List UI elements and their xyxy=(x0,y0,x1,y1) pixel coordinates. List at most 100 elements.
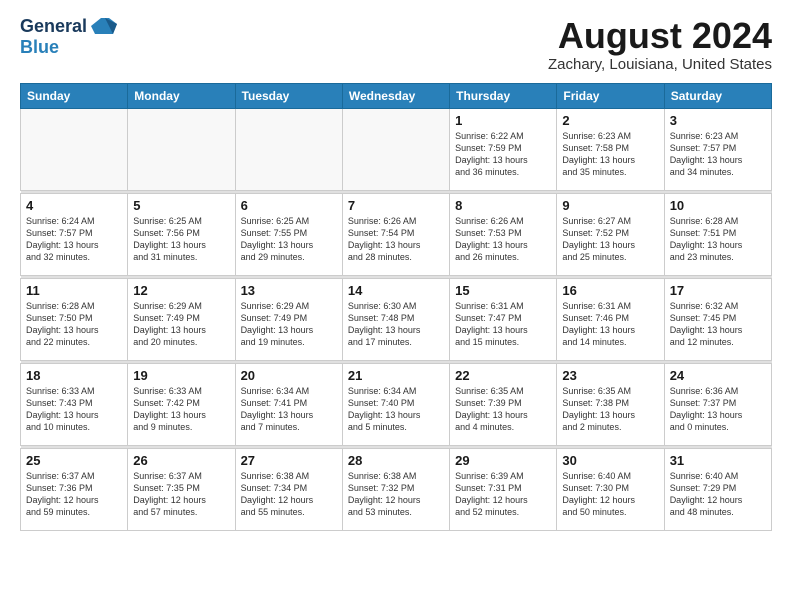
table-row: 13 Sunrise: 6:29 AM Sunset: 7:49 PM Dayli… xyxy=(235,278,342,360)
day-info: Sunrise: 6:34 AM Sunset: 7:41 PM Dayligh… xyxy=(241,385,337,434)
table-row: 21 Sunrise: 6:34 AM Sunset: 7:40 PM Dayli… xyxy=(342,363,449,445)
page: General Blue August 2024 Zachary, Louisi… xyxy=(0,0,792,612)
table-row: 14 Sunrise: 6:30 AM Sunset: 7:48 PM Dayli… xyxy=(342,278,449,360)
day-info: Sunrise: 6:29 AM Sunset: 7:49 PM Dayligh… xyxy=(133,300,229,349)
table-row: 31Sunrise: 6:40 AM Sunset: 7:29 PM Dayli… xyxy=(664,448,771,530)
table-row xyxy=(128,108,235,190)
day-info: Sunrise: 6:37 AM Sunset: 7:36 PM Dayligh… xyxy=(26,470,122,519)
day-info: Sunrise: 6:34 AM Sunset: 7:40 PM Dayligh… xyxy=(348,385,444,434)
day-info: Sunrise: 6:31 AM Sunset: 7:46 PM Dayligh… xyxy=(562,300,658,349)
table-row: 8Sunrise: 6:26 AM Sunset: 7:53 PM Daylig… xyxy=(450,193,557,275)
table-row: 30 Sunrise: 6:40 AM Sunset: 7:30 PM Dayli… xyxy=(557,448,664,530)
day-number: 22 xyxy=(455,368,551,383)
day-info: Sunrise: 6:40 AM Sunset: 7:30 PM Dayligh… xyxy=(562,470,658,519)
col-friday: Friday xyxy=(557,83,664,108)
day-number: 1 xyxy=(455,113,551,128)
day-info: Sunrise: 6:31 AM Sunset: 7:47 PM Dayligh… xyxy=(455,300,551,349)
day-number: 2 xyxy=(562,113,658,128)
table-row xyxy=(21,108,128,190)
day-number: 11 xyxy=(26,283,122,298)
day-number: 20 xyxy=(241,368,337,383)
table-row: 23 Sunrise: 6:35 AM Sunset: 7:38 PM Dayli… xyxy=(557,363,664,445)
day-info: Sunrise: 6:24 AM Sunset: 7:57 PM Dayligh… xyxy=(26,215,122,264)
logo-icon xyxy=(91,16,117,36)
day-number: 25 xyxy=(26,453,122,468)
day-info: Sunrise: 6:30 AM Sunset: 7:48 PM Dayligh… xyxy=(348,300,444,349)
day-number: 27 xyxy=(241,453,337,468)
table-row: 4 Sunrise: 6:24 AM Sunset: 7:57 PM Daylig… xyxy=(21,193,128,275)
calendar-header-row: Sunday Monday Tuesday Wednesday Thursday… xyxy=(21,83,772,108)
day-number: 14 xyxy=(348,283,444,298)
day-number: 18 xyxy=(26,368,122,383)
page-subtitle: Zachary, Louisiana, United States xyxy=(548,56,772,73)
day-number: 15 xyxy=(455,283,551,298)
col-saturday: Saturday xyxy=(664,83,771,108)
col-thursday: Thursday xyxy=(450,83,557,108)
table-row: 24 Sunrise: 6:36 AM Sunset: 7:37 PM Dayli… xyxy=(664,363,771,445)
day-number: 17 xyxy=(670,283,766,298)
table-row: 9 Sunrise: 6:27 AM Sunset: 7:52 PM Daylig… xyxy=(557,193,664,275)
day-number: 21 xyxy=(348,368,444,383)
day-info: Sunrise: 6:38 AM Sunset: 7:34 PM Dayligh… xyxy=(241,470,337,519)
table-row: 6 Sunrise: 6:25 AM Sunset: 7:55 PM Daylig… xyxy=(235,193,342,275)
day-number: 16 xyxy=(562,283,658,298)
day-info: Sunrise: 6:36 AM Sunset: 7:37 PM Dayligh… xyxy=(670,385,766,434)
day-info: Sunrise: 6:37 AM Sunset: 7:35 PM Dayligh… xyxy=(133,470,229,519)
day-info: Sunrise: 6:26 AM Sunset: 7:53 PM Dayligh… xyxy=(455,215,551,264)
day-info: Sunrise: 6:33 AM Sunset: 7:42 PM Dayligh… xyxy=(133,385,229,434)
title-section: August 2024 Zachary, Louisiana, United S… xyxy=(548,16,772,73)
calendar-week-row: 4 Sunrise: 6:24 AM Sunset: 7:57 PM Daylig… xyxy=(21,193,772,275)
day-info: Sunrise: 6:40 AM Sunset: 7:29 PM Dayligh… xyxy=(670,470,766,519)
logo-text-blue: Blue xyxy=(20,37,59,57)
header: General Blue August 2024 Zachary, Louisi… xyxy=(20,16,772,73)
day-number: 13 xyxy=(241,283,337,298)
table-row: 7Sunrise: 6:26 AM Sunset: 7:54 PM Daylig… xyxy=(342,193,449,275)
table-row: 26 Sunrise: 6:37 AM Sunset: 7:35 PM Dayli… xyxy=(128,448,235,530)
day-number: 19 xyxy=(133,368,229,383)
day-number: 10 xyxy=(670,198,766,213)
day-number: 28 xyxy=(348,453,444,468)
day-number: 23 xyxy=(562,368,658,383)
table-row: 10 Sunrise: 6:28 AM Sunset: 7:51 PM Dayli… xyxy=(664,193,771,275)
day-number: 30 xyxy=(562,453,658,468)
day-number: 26 xyxy=(133,453,229,468)
day-info: Sunrise: 6:25 AM Sunset: 7:55 PM Dayligh… xyxy=(241,215,337,264)
col-sunday: Sunday xyxy=(21,83,128,108)
table-row: 15 Sunrise: 6:31 AM Sunset: 7:47 PM Dayli… xyxy=(450,278,557,360)
day-info: Sunrise: 6:27 AM Sunset: 7:52 PM Dayligh… xyxy=(562,215,658,264)
table-row: 16 Sunrise: 6:31 AM Sunset: 7:46 PM Dayli… xyxy=(557,278,664,360)
day-info: Sunrise: 6:28 AM Sunset: 7:51 PM Dayligh… xyxy=(670,215,766,264)
table-row: 25 Sunrise: 6:37 AM Sunset: 7:36 PM Dayli… xyxy=(21,448,128,530)
table-row: 1 Sunrise: 6:22 AM Sunset: 7:59 PM Daylig… xyxy=(450,108,557,190)
day-number: 29 xyxy=(455,453,551,468)
day-info: Sunrise: 6:22 AM Sunset: 7:59 PM Dayligh… xyxy=(455,130,551,179)
day-info: Sunrise: 6:39 AM Sunset: 7:31 PM Dayligh… xyxy=(455,470,551,519)
table-row: 2Sunrise: 6:23 AM Sunset: 7:58 PM Daylig… xyxy=(557,108,664,190)
table-row: 29 Sunrise: 6:39 AM Sunset: 7:31 PM Dayli… xyxy=(450,448,557,530)
day-info: Sunrise: 6:32 AM Sunset: 7:45 PM Dayligh… xyxy=(670,300,766,349)
table-row: 18 Sunrise: 6:33 AM Sunset: 7:43 PM Dayli… xyxy=(21,363,128,445)
day-info: Sunrise: 6:25 AM Sunset: 7:56 PM Dayligh… xyxy=(133,215,229,264)
day-info: Sunrise: 6:33 AM Sunset: 7:43 PM Dayligh… xyxy=(26,385,122,434)
day-info: Sunrise: 6:29 AM Sunset: 7:49 PM Dayligh… xyxy=(241,300,337,349)
day-number: 5 xyxy=(133,198,229,213)
table-row: 22Sunrise: 6:35 AM Sunset: 7:39 PM Dayli… xyxy=(450,363,557,445)
day-number: 9 xyxy=(562,198,658,213)
page-title: August 2024 xyxy=(548,16,772,56)
table-row: 3Sunrise: 6:23 AM Sunset: 7:57 PM Daylig… xyxy=(664,108,771,190)
day-info: Sunrise: 6:38 AM Sunset: 7:32 PM Dayligh… xyxy=(348,470,444,519)
logo-text-general: General xyxy=(20,16,87,37)
day-info: Sunrise: 6:35 AM Sunset: 7:38 PM Dayligh… xyxy=(562,385,658,434)
day-number: 6 xyxy=(241,198,337,213)
day-info: Sunrise: 6:28 AM Sunset: 7:50 PM Dayligh… xyxy=(26,300,122,349)
day-number: 4 xyxy=(26,198,122,213)
table-row: 12Sunrise: 6:29 AM Sunset: 7:49 PM Dayli… xyxy=(128,278,235,360)
day-number: 24 xyxy=(670,368,766,383)
table-row: 17 Sunrise: 6:32 AM Sunset: 7:45 PM Dayli… xyxy=(664,278,771,360)
day-number: 3 xyxy=(670,113,766,128)
col-monday: Monday xyxy=(128,83,235,108)
table-row: 28 Sunrise: 6:38 AM Sunset: 7:32 PM Dayli… xyxy=(342,448,449,530)
table-row xyxy=(342,108,449,190)
table-row: 27 Sunrise: 6:38 AM Sunset: 7:34 PM Dayli… xyxy=(235,448,342,530)
table-row: 19 Sunrise: 6:33 AM Sunset: 7:42 PM Dayli… xyxy=(128,363,235,445)
